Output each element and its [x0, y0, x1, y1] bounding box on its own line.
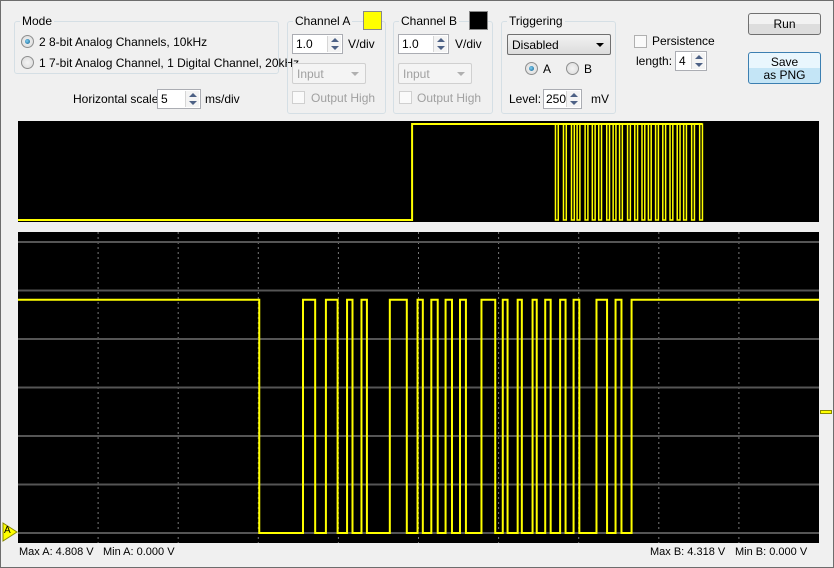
horizontal-scale-label: Horizontal scale: — [73, 92, 162, 106]
overview-pulse — [647, 123, 652, 221]
max-b-readout: Max B: 4.318 V — [650, 546, 726, 558]
trigger-mode-select[interactable]: Disabled — [507, 34, 611, 55]
overview-pulse — [676, 123, 681, 221]
channel-b-vdiv-value: 1.0 — [402, 37, 419, 51]
channel-b-color-swatch[interactable] — [469, 11, 488, 30]
channel-a-io-value: Input — [297, 67, 324, 81]
overview-pulse — [576, 123, 581, 221]
overview-pulse — [662, 123, 667, 221]
overview-chart — [18, 123, 704, 221]
trigger-level-marker[interactable] — [820, 410, 832, 414]
horizontal-scale-value: 5 — [161, 92, 168, 106]
overview-pulse — [698, 123, 704, 221]
min-a-readout: Min A: 0.000 V — [103, 546, 175, 558]
channel-a-vdiv-input[interactable]: 1.0 — [292, 34, 343, 54]
horizontal-scale-input[interactable]: 5 — [157, 89, 201, 109]
trigger-mode-value: Disabled — [512, 38, 559, 52]
overview-pulse — [618, 123, 624, 221]
mode-radio-2ch[interactable] — [21, 35, 34, 48]
max-a-readout: Max A: 4.808 V — [19, 546, 94, 558]
overview-pulse — [654, 123, 660, 221]
save-png-button-label: Save as PNG — [763, 55, 806, 82]
channel-a-ground-marker-label: A — [4, 525, 11, 536]
channel-a-title: Channel A — [293, 14, 353, 28]
channel-b-output-high-label[interactable]: Output High — [417, 91, 481, 105]
trigger-level-unit: mV — [591, 92, 609, 106]
channel-b-title: Channel B — [399, 14, 460, 28]
trigger-level-label: Level: — [509, 92, 542, 106]
channel-a-vdiv-unit: V/div — [348, 37, 375, 51]
overview-pulse — [634, 123, 639, 221]
persistence-length-label: length: — [636, 54, 673, 68]
channel-a-color-swatch[interactable] — [363, 11, 382, 30]
overview-pulse — [612, 123, 617, 221]
channel-a-trace — [18, 298, 819, 534]
persistence-length-value: 4 — [679, 54, 686, 68]
overview-pulse — [669, 123, 674, 221]
run-button-label: Run — [773, 17, 796, 31]
mode-option-2ch-label[interactable]: 2 8-bit Analog Channels, 10kHz — [39, 35, 207, 49]
overview-pulse — [570, 123, 576, 221]
channel-b-io-value: Input — [403, 67, 430, 81]
trigger-source-b-radio[interactable] — [566, 62, 579, 75]
save-png-button[interactable]: Save as PNG — [748, 52, 821, 84]
persistence-label[interactable]: Persistence — [652, 34, 715, 48]
trigger-source-a-radio[interactable] — [525, 62, 538, 75]
overview-pulse — [562, 123, 568, 221]
horizontal-scale-unit: ms/div — [205, 92, 240, 106]
mode-title: Mode — [20, 14, 55, 28]
overview-pulse — [591, 123, 596, 221]
channel-b-output-high-checkbox[interactable] — [399, 91, 412, 104]
channel-a-output-high-label[interactable]: Output High — [311, 91, 375, 105]
spinner-arrows-icon[interactable] — [433, 36, 447, 52]
overview-pulse — [682, 123, 688, 221]
overview-pulse — [690, 123, 696, 221]
triggering-title: Triggering — [507, 14, 565, 28]
persistence-length-input[interactable]: 4 — [675, 51, 707, 71]
spinner-arrows-icon[interactable] — [327, 36, 341, 52]
min-b-readout: Min B: 0.000 V — [735, 546, 808, 558]
chevron-down-icon — [596, 43, 604, 47]
spinner-arrows-icon[interactable] — [185, 91, 199, 107]
run-button[interactable]: Run — [748, 13, 821, 35]
overview-display[interactable] — [18, 121, 819, 222]
persistence-checkbox[interactable] — [634, 35, 647, 48]
overview-pulse — [626, 123, 632, 221]
spinner-arrows-icon[interactable] — [566, 91, 580, 107]
main-scope-display[interactable] — [18, 232, 819, 543]
overview-pulse — [641, 123, 646, 221]
channel-b-vdiv-unit: V/div — [455, 37, 482, 51]
channel-b-io-select[interactable]: Input — [398, 63, 472, 84]
chevron-down-icon — [457, 72, 465, 76]
mode-option-1ch-label[interactable]: 1 7-bit Analog Channel, 1 Digital Channe… — [39, 56, 299, 70]
trigger-source-b-label[interactable]: B — [584, 62, 592, 76]
spinner-arrows-icon[interactable] — [691, 53, 705, 69]
overview-pulse — [597, 123, 603, 221]
channel-a-ground-marker[interactable]: A — [2, 522, 18, 542]
channel-a-vdiv-value: 1.0 — [296, 37, 313, 51]
main-scope-chart — [18, 232, 819, 543]
mode-radio-1ch[interactable] — [21, 56, 34, 69]
trigger-source-a-label[interactable]: A — [543, 62, 551, 76]
oscilloscope-window: Mode 2 8-bit Analog Channels, 10kHz 1 7-… — [0, 0, 834, 568]
trigger-level-input[interactable]: 2500 — [543, 89, 582, 109]
overview-pulse — [605, 123, 611, 221]
overview-pulse — [554, 123, 560, 221]
chevron-down-icon — [351, 72, 359, 76]
channel-b-vdiv-input[interactable]: 1.0 — [398, 34, 449, 54]
channel-a-output-high-checkbox[interactable] — [292, 91, 305, 104]
overview-pulse — [584, 123, 589, 221]
channel-a-io-select[interactable]: Input — [292, 63, 366, 84]
